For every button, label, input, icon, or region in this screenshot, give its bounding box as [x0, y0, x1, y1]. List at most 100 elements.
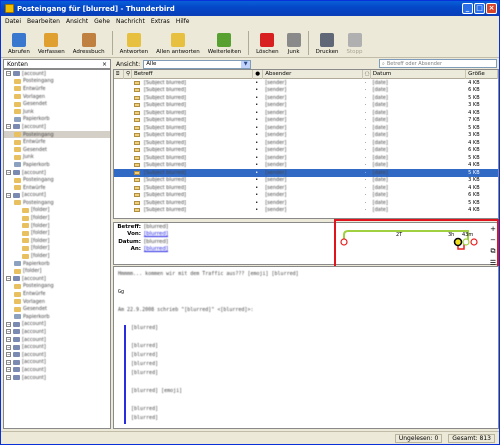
expand-toggle-icon[interactable]: − — [6, 170, 11, 176]
message-row[interactable]: [Subject blurred] • [sender] · [date] 5 KB — [114, 124, 498, 132]
expand-toggle-icon[interactable]: − — [6, 367, 11, 373]
folder-item[interactable]: Papierkorb — [4, 161, 110, 169]
close-button[interactable]: × — [486, 3, 497, 14]
folder-item[interactable]: − [account] — [4, 366, 110, 374]
junk-button[interactable]: Junk — [284, 28, 304, 56]
message-row[interactable]: [Subject blurred] • [sender] · [date] 3 KB — [114, 102, 498, 110]
read-column-icon[interactable]: ● — [253, 70, 264, 79]
folder-item[interactable]: [folder] — [4, 222, 110, 230]
stop-button[interactable]: Stopp — [344, 28, 366, 56]
message-row[interactable]: [Subject blurred] • [sender] · [date] 6 KB — [114, 87, 498, 95]
expand-toggle-icon[interactable]: − — [6, 124, 11, 130]
folder-item[interactable]: Posteingang — [4, 199, 110, 207]
message-row[interactable]: [Subject blurred] • [sender] · [date] 5 KB — [114, 169, 498, 177]
folder-item[interactable]: Entwürfe — [4, 290, 110, 298]
menu-go[interactable]: Gehe — [94, 18, 110, 25]
compose-button[interactable]: Verfassen — [35, 28, 68, 56]
folder-item[interactable]: Gesendet — [4, 100, 110, 108]
expand-toggle-icon[interactable]: − — [6, 352, 11, 358]
folder-item[interactable]: − [account] — [4, 70, 110, 78]
folder-item[interactable]: [folder] — [4, 237, 110, 245]
folder-item[interactable]: Papierkorb — [4, 116, 110, 124]
address-book-button[interactable]: Adressbuch — [70, 28, 108, 56]
view-select[interactable]: Alle ▼ — [143, 59, 252, 69]
reply-button[interactable]: Antworten — [117, 28, 152, 56]
conversation-timeline[interactable]: 2T 3h 43m — [336, 221, 486, 267]
menu-tools[interactable]: Extras — [151, 18, 170, 25]
folder-item[interactable]: Posteingang — [4, 283, 110, 291]
message-row[interactable]: [Subject blurred] • [sender] · [date] 6 KB — [114, 147, 498, 155]
folder-item[interactable]: − [account] — [4, 374, 110, 382]
message-row[interactable]: [Subject blurred] • [sender] · [date] 4 KB — [114, 109, 498, 117]
folder-item[interactable]: [folder] — [4, 214, 110, 222]
junk-column-icon[interactable]: ◌ — [363, 70, 371, 79]
folder-item[interactable]: Entwürfe — [4, 138, 110, 146]
folder-item[interactable]: Papierkorb — [4, 313, 110, 321]
message-row[interactable]: [Subject blurred] • [sender] · [date] 5 KB — [114, 199, 498, 207]
folder-item[interactable]: − [account] — [4, 275, 110, 283]
folder-item[interactable]: Entwürfe — [4, 85, 110, 93]
message-row[interactable]: [Subject blurred] • [sender] · [date] 3 KB — [114, 177, 498, 185]
column-sender[interactable]: Absender — [263, 70, 363, 79]
folder-item[interactable]: Junk — [4, 108, 110, 116]
timeline-node-b[interactable] — [462, 238, 470, 246]
copy-icon[interactable]: ⧉ — [491, 247, 496, 256]
menu-message[interactable]: Nachricht — [116, 18, 145, 25]
zoom-out-icon[interactable]: − — [490, 236, 496, 244]
expand-toggle-icon[interactable]: − — [6, 337, 11, 343]
folder-item[interactable]: [folder] — [4, 252, 110, 260]
folder-item[interactable]: − [account] — [4, 169, 110, 177]
folder-item[interactable]: − [account] — [4, 192, 110, 200]
message-row[interactable]: [Subject blurred] • [sender] · [date] 4 KB — [114, 184, 498, 192]
folder-item[interactable]: Junk — [4, 154, 110, 162]
expand-toggle-icon[interactable]: − — [6, 192, 11, 198]
menu-view[interactable]: Ansicht — [66, 18, 88, 25]
expand-toggle-icon[interactable]: − — [6, 329, 11, 335]
expand-toggle-icon[interactable]: − — [6, 375, 11, 381]
delete-button[interactable]: Löschen — [253, 28, 282, 56]
message-row[interactable]: [Subject blurred] • [sender] · [date] 4 KB — [114, 139, 498, 147]
folder-item[interactable]: Posteingang — [4, 78, 110, 86]
folder-item[interactable]: − [account] — [4, 123, 110, 131]
message-row[interactable]: [Subject blurred] • [sender] · [date] 5 KB — [114, 154, 498, 162]
folder-item[interactable]: [folder] — [4, 267, 110, 275]
folder-item[interactable]: Gesendet — [4, 305, 110, 313]
folder-item[interactable]: − [account] — [4, 336, 110, 344]
message-row[interactable]: [Subject blurred] • [sender] · [date] 4 KB — [114, 79, 498, 87]
menu-help[interactable]: Hilfe — [176, 18, 190, 25]
timeline-node-current[interactable] — [453, 237, 463, 247]
timeline-node-c[interactable] — [470, 238, 478, 246]
folder-item[interactable]: Gesendet — [4, 146, 110, 154]
expand-toggle-icon[interactable]: − — [6, 321, 11, 327]
folder-item[interactable]: Posteingang — [4, 130, 110, 139]
folder-item[interactable]: Vorlagen — [4, 93, 110, 101]
search-input[interactable]: ⌕ Betreff oder Absender — [379, 59, 497, 68]
timeline-node-start[interactable] — [340, 238, 348, 246]
folder-item[interactable]: Entwürfe — [4, 184, 110, 192]
folder-item[interactable]: − [account] — [4, 351, 110, 359]
expand-toggle-icon[interactable]: − — [6, 359, 11, 365]
message-row[interactable]: [Subject blurred] • [sender] · [date] 3 KB — [114, 132, 498, 140]
message-row[interactable]: [Subject blurred] • [sender] · [date] 4 KB — [114, 162, 498, 170]
menu-file[interactable]: Datei — [5, 18, 21, 25]
message-row[interactable]: [Subject blurred] • [sender] · [date] 5 KB — [114, 94, 498, 102]
expand-toggle-icon[interactable]: − — [6, 344, 11, 350]
column-size[interactable]: Größe — [466, 70, 498, 79]
folder-pane-header[interactable]: Konten × — [3, 59, 111, 69]
folder-item[interactable]: − [account] — [4, 321, 110, 329]
folder-item[interactable]: [folder] — [4, 207, 110, 215]
maximize-button[interactable]: □ — [474, 3, 485, 14]
thread-column-icon[interactable]: ⌸ — [114, 70, 124, 79]
folder-item[interactable]: − [account] — [4, 328, 110, 336]
column-date[interactable]: Datum — [371, 70, 467, 79]
folder-item[interactable]: [folder] — [4, 229, 110, 237]
expand-toggle-icon[interactable]: − — [6, 71, 11, 77]
folder-item[interactable]: − [account] — [4, 359, 110, 367]
minimize-button[interactable]: _ — [462, 3, 473, 14]
close-pane-icon[interactable]: × — [102, 61, 107, 68]
folder-item[interactable]: − [account] — [4, 343, 110, 351]
reply-all-button[interactable]: Allen antworten — [153, 28, 203, 56]
attachment-column-icon[interactable]: ⚲ — [124, 70, 132, 79]
zoom-in-icon[interactable]: + — [490, 225, 496, 233]
message-row[interactable]: [Subject blurred] • [sender] · [date] 7 KB — [114, 117, 498, 125]
